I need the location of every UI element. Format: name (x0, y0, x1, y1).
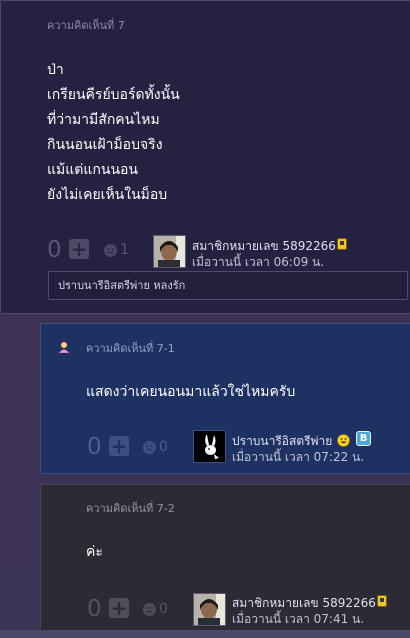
comment-line: ยังไม่เคยเห็นในม็อบ (47, 187, 168, 203)
comment-body: ค่ะ (86, 544, 103, 560)
post-time: เมื่อวานนี้ เวลา 07:41 น. (232, 612, 365, 626)
comment-line: เกรียนคีรย์บอร์ดทั้งนั้น (47, 87, 180, 103)
vote-count: 0 (87, 434, 102, 460)
comment-line: แม้แต่แกนนอน (47, 162, 138, 178)
reply-preview[interactable]: ปราบนารีอิสตรีพ่าย หลงรัก (48, 271, 408, 300)
playboy-bunny-avatar (194, 431, 225, 462)
post-time: เมื่อวานนี้ เวลา 06:09 น. (192, 255, 325, 269)
plus-vote-button[interactable]: + (69, 239, 89, 259)
avatar[interactable] (193, 430, 226, 463)
comment-card-7: ความคิดเห็นที่ 7 ป่า เกรียนคีรย์บอร์ดทั้… (0, 0, 410, 314)
comment-line: ป่า (47, 62, 64, 78)
emotion-icon[interactable] (143, 441, 156, 454)
post-time: เมื่อวานนี้ เวลา 07:22 น. (232, 450, 365, 464)
emotion-icon[interactable] (104, 244, 117, 257)
smile-icon (337, 432, 350, 447)
vote-count: 0 (87, 596, 102, 622)
vote-count: 0 (47, 237, 62, 263)
comment-header: ความคิดเห็นที่ 7-2 (86, 502, 175, 515)
plus-vote-button[interactable]: + (109, 436, 129, 456)
comment-body: ป่า เกรียนคีรย์บอร์ดทั้งนั้น ที่ว่ามามีส… (47, 58, 180, 208)
emotion-count: 0 (159, 439, 168, 455)
emotion-count: 1 (120, 242, 129, 258)
comment-header: ความคิดเห็นที่ 7 (47, 19, 125, 32)
emotion-count: 0 (159, 601, 168, 617)
comment-line: ที่ว่ามามีสักคนไหม (47, 112, 160, 128)
bottom-toolbar (0, 630, 410, 638)
comment-line: กินนอนเฝ้าม็อบจริง (47, 137, 163, 153)
blog-badge-icon: B (356, 431, 371, 446)
comment-card-7-2: ความคิดเห็นที่ 7-2 ค่ะ 0 + 0 สมาชิกหมายเ… (40, 484, 410, 638)
comment-card-7-1: ความคิดเห็นที่ 7-1 แสดงว่าเคยนอนมาแล้วใช… (40, 323, 410, 474)
comment-body: แสดงว่าเคยนอนมาแล้วใช่ไหมครับ (86, 384, 296, 400)
plus-vote-button[interactable]: + (109, 598, 129, 618)
avatar[interactable] (193, 593, 226, 626)
owner-icon (58, 338, 70, 354)
mobile-icon (337, 238, 347, 250)
comment-header: ความคิดเห็นที่ 7-1 (86, 342, 175, 355)
emotion-icon[interactable] (143, 603, 156, 616)
avatar[interactable] (153, 235, 186, 268)
mobile-icon (377, 595, 387, 607)
